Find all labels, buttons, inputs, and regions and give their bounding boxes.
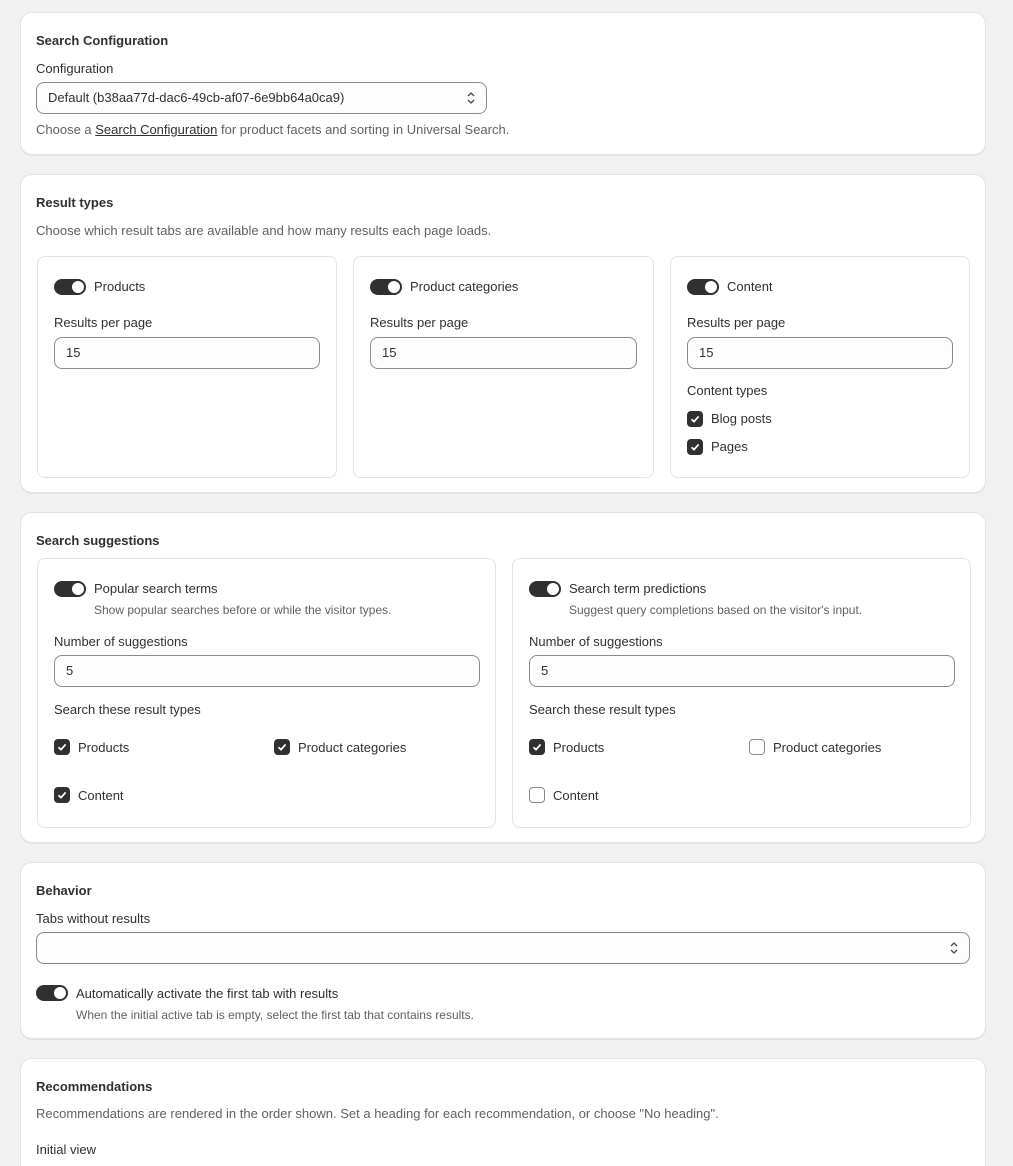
check-icon bbox=[57, 791, 67, 799]
content-toggle-label: Content bbox=[727, 279, 773, 294]
auto-activate-toggle[interactable] bbox=[36, 985, 68, 1001]
blog-posts-checkbox[interactable] bbox=[687, 411, 703, 427]
search-configuration-card: Search Configuration Configuration Defau… bbox=[20, 12, 986, 155]
search-term-predictions-toggle[interactable] bbox=[529, 581, 561, 597]
predictions-types-label: Search these result types bbox=[529, 702, 676, 717]
product-categories-toggle[interactable] bbox=[370, 279, 402, 295]
predictions-product-categories-checkbox[interactable] bbox=[749, 739, 765, 755]
popular-search-terms-description: Show popular searches before or while th… bbox=[94, 603, 392, 617]
product-categories-toggle-label: Product categories bbox=[410, 279, 519, 294]
popular-product-categories-label: Product categories bbox=[298, 740, 407, 755]
product-categories-rpp-input[interactable]: 15 bbox=[370, 337, 637, 369]
popular-content-label: Content bbox=[78, 788, 124, 803]
check-icon bbox=[277, 743, 287, 751]
check-icon bbox=[532, 743, 542, 751]
select-chevron-icon bbox=[467, 92, 475, 104]
configuration-help-prefix: Choose a bbox=[36, 122, 96, 137]
popular-content-checkbox[interactable] bbox=[54, 787, 70, 803]
popular-products-checkbox[interactable] bbox=[54, 739, 70, 755]
popular-product-categories-checkbox[interactable] bbox=[274, 739, 290, 755]
tabs-without-results-label: Tabs without results bbox=[36, 911, 151, 926]
initial-view-label: Initial view bbox=[36, 1142, 96, 1157]
predictions-products-checkbox[interactable] bbox=[529, 739, 545, 755]
products-rpp-label: Results per page bbox=[54, 315, 153, 330]
configuration-help: Choose a Search Configuration for produc… bbox=[36, 122, 509, 137]
products-toggle[interactable] bbox=[54, 279, 86, 295]
auto-activate-label: Automatically activate the first tab wit… bbox=[76, 986, 339, 1001]
search-term-predictions-description: Suggest query completions based on the v… bbox=[569, 603, 863, 617]
popular-count-label: Number of suggestions bbox=[54, 634, 188, 649]
search-configuration-link[interactable]: Search Configuration bbox=[95, 122, 217, 137]
configuration-label: Configuration bbox=[36, 61, 114, 76]
recommendations-card: Recommendations Recommendations are rend… bbox=[20, 1058, 986, 1166]
behavior-card: Behavior Tabs without results Automatica… bbox=[20, 862, 986, 1039]
result-types-card: Result types Choose which result tabs ar… bbox=[20, 174, 986, 493]
content-types-label: Content types bbox=[687, 383, 768, 398]
result-types-description: Choose which result tabs are available a… bbox=[36, 223, 492, 238]
check-icon bbox=[57, 743, 67, 751]
blog-posts-label: Blog posts bbox=[711, 411, 772, 426]
products-toggle-label: Products bbox=[94, 279, 146, 294]
popular-types-label: Search these result types bbox=[54, 702, 201, 717]
predictions-count-label: Number of suggestions bbox=[529, 634, 663, 649]
configuration-select-value: Default (b38aa77d-dac6-49cb-af07-6e9bb64… bbox=[48, 90, 345, 105]
predictions-count-input[interactable]: 5 bbox=[529, 655, 955, 687]
content-toggle[interactable] bbox=[687, 279, 719, 295]
result-type-panel-content: Content Results per page 15 Content type… bbox=[670, 256, 970, 478]
product-categories-rpp-label: Results per page bbox=[370, 315, 469, 330]
popular-search-terms-label: Popular search terms bbox=[94, 581, 218, 596]
search-suggestions-heading: Search suggestions bbox=[36, 533, 160, 548]
result-types-heading: Result types bbox=[36, 195, 114, 210]
search-term-predictions-panel: Search term predictions Suggest query co… bbox=[512, 558, 971, 828]
predictions-content-label: Content bbox=[553, 788, 599, 803]
predictions-content-checkbox[interactable] bbox=[529, 787, 545, 803]
popular-search-terms-toggle[interactable] bbox=[54, 581, 86, 597]
pages-label: Pages bbox=[711, 439, 748, 454]
recommendations-heading: Recommendations bbox=[36, 1079, 153, 1094]
check-icon bbox=[690, 415, 700, 423]
recommendations-description: Recommendations are rendered in the orde… bbox=[36, 1106, 719, 1121]
behavior-heading: Behavior bbox=[36, 883, 92, 898]
result-type-panel-product-categories: Product categories Results per page 15 bbox=[353, 256, 654, 478]
result-type-panel-products: Products Results per page 15 bbox=[37, 256, 337, 478]
popular-count-input[interactable]: 5 bbox=[54, 655, 480, 687]
pages-checkbox[interactable] bbox=[687, 439, 703, 455]
search-suggestions-card: Search suggestions Popular search terms … bbox=[20, 512, 986, 843]
configuration-help-suffix: for product facets and sorting in Univer… bbox=[217, 122, 510, 137]
auto-activate-help: When the initial active tab is empty, se… bbox=[76, 1008, 474, 1022]
configuration-select[interactable]: Default (b38aa77d-dac6-49cb-af07-6e9bb64… bbox=[36, 82, 487, 114]
popular-products-label: Products bbox=[78, 740, 130, 755]
predictions-product-categories-label: Product categories bbox=[773, 740, 882, 755]
predictions-products-label: Products bbox=[553, 740, 605, 755]
popular-search-terms-panel: Popular search terms Show popular search… bbox=[37, 558, 496, 828]
search-configuration-heading: Search Configuration bbox=[36, 33, 169, 48]
select-chevron-icon bbox=[950, 942, 958, 954]
tabs-without-results-select[interactable] bbox=[36, 932, 970, 964]
content-rpp-input[interactable]: 15 bbox=[687, 337, 953, 369]
products-rpp-input[interactable]: 15 bbox=[54, 337, 320, 369]
check-icon bbox=[690, 443, 700, 451]
search-term-predictions-label: Search term predictions bbox=[569, 581, 707, 596]
content-rpp-label: Results per page bbox=[687, 315, 786, 330]
